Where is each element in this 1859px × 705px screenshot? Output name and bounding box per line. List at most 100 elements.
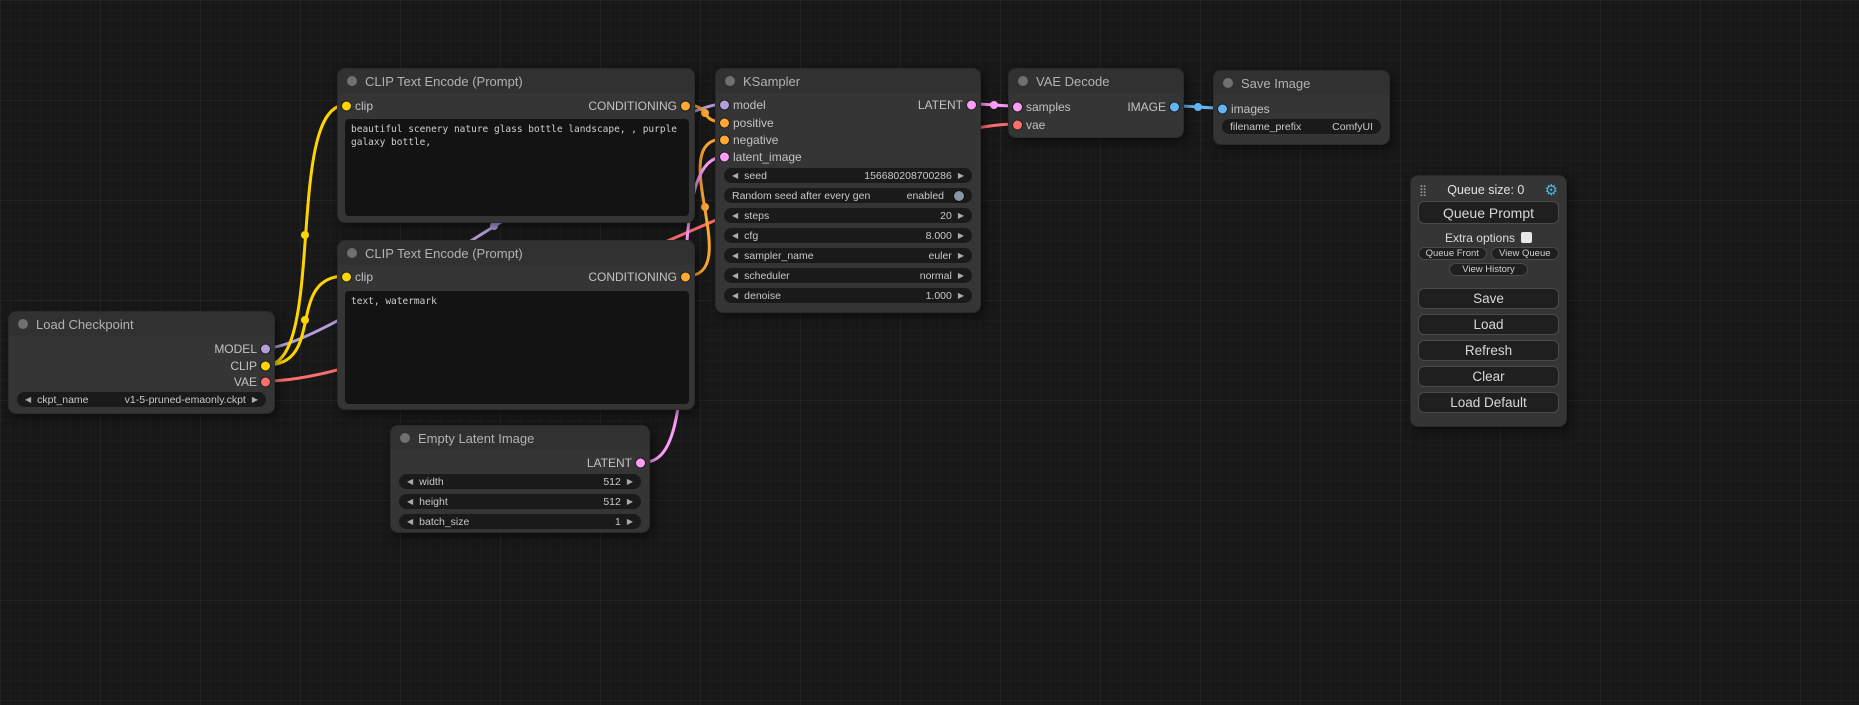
collapse-dot-icon[interactable] — [1223, 78, 1233, 88]
prompt-text-input[interactable]: beautiful scenery nature glass bottle la… — [345, 119, 689, 216]
widget-steps[interactable]: ◀ steps 20 ▶ — [724, 208, 972, 223]
clear-button[interactable]: Clear — [1418, 366, 1559, 387]
load-default-button[interactable]: Load Default — [1418, 392, 1559, 413]
output-label: LATENT — [918, 98, 963, 112]
node-titlebar[interactable]: CLIP Text Encode (Prompt) — [338, 69, 694, 93]
input-port-latent-image[interactable] — [720, 153, 729, 162]
node-clip-text-encode-negative[interactable]: CLIP Text Encode (Prompt) clip CONDITION… — [337, 240, 695, 410]
widget-height[interactable]: ◀ height 512 ▶ — [399, 494, 641, 509]
view-history-button[interactable]: View History — [1449, 263, 1528, 276]
collapse-dot-icon[interactable] — [1018, 76, 1028, 86]
increment-icon[interactable]: ▶ — [958, 232, 964, 240]
prev-value-icon[interactable]: ◀ — [732, 252, 738, 260]
decrement-icon[interactable]: ◀ — [407, 478, 413, 486]
output-port-vae[interactable] — [261, 378, 270, 387]
widget-value: 1 — [615, 516, 621, 528]
node-empty-latent-image[interactable]: Empty Latent Image LATENT ◀ width 512 ▶ … — [390, 425, 650, 533]
collapse-dot-icon[interactable] — [18, 319, 28, 329]
input-port-positive[interactable] — [720, 119, 729, 128]
input-label: clip — [355, 270, 373, 284]
widget-seed[interactable]: ◀ seed 156680208700286 ▶ — [724, 168, 972, 183]
node-vae-decode[interactable]: VAE Decode samples IMAGE vae — [1008, 68, 1184, 138]
output-port-conditioning[interactable] — [681, 273, 690, 282]
node-titlebar[interactable]: KSampler — [716, 69, 980, 93]
node-titlebar[interactable]: Save Image — [1214, 71, 1389, 95]
collapse-dot-icon[interactable] — [400, 433, 410, 443]
queue-front-button[interactable]: Queue Front — [1418, 247, 1487, 260]
input-port-negative[interactable] — [720, 136, 729, 145]
node-ksampler[interactable]: KSampler model LATENT positive negative … — [715, 68, 981, 313]
increment-icon[interactable]: ▶ — [958, 172, 964, 180]
output-label: CONDITIONING — [588, 99, 677, 113]
prev-value-icon[interactable]: ◀ — [732, 272, 738, 280]
widget-ckpt-name[interactable]: ◀ ckpt_name v1-5-pruned-emaonly.ckpt ▶ — [17, 392, 266, 407]
widget-scheduler[interactable]: ◀ scheduler normal ▶ — [724, 268, 972, 283]
widget-batch-size[interactable]: ◀ batch_size 1 ▶ — [399, 514, 641, 529]
input-port-vae[interactable] — [1013, 121, 1022, 130]
input-port-clip[interactable] — [342, 273, 351, 282]
collapse-dot-icon[interactable] — [725, 76, 735, 86]
input-label: samples — [1026, 100, 1071, 114]
widget-value: 512 — [603, 496, 621, 508]
view-queue-button[interactable]: View Queue — [1491, 247, 1560, 260]
increment-icon[interactable]: ▶ — [627, 498, 633, 506]
input-port-model[interactable] — [720, 101, 729, 110]
output-port-conditioning[interactable] — [681, 102, 690, 111]
decrement-icon[interactable]: ◀ — [732, 172, 738, 180]
node-titlebar[interactable]: CLIP Text Encode (Prompt) — [338, 241, 694, 265]
prev-value-icon[interactable]: ◀ — [25, 396, 31, 404]
increment-icon[interactable]: ▶ — [958, 292, 964, 300]
node-clip-text-encode-positive[interactable]: CLIP Text Encode (Prompt) clip CONDITION… — [337, 68, 695, 223]
collapse-dot-icon[interactable] — [347, 248, 357, 258]
save-button[interactable]: Save — [1418, 288, 1559, 309]
next-value-icon[interactable]: ▶ — [958, 252, 964, 260]
load-button[interactable]: Load — [1418, 314, 1559, 335]
node-titlebar[interactable]: Load Checkpoint — [9, 312, 274, 336]
drag-handle-icon[interactable]: ⣿ — [1419, 184, 1427, 197]
next-value-icon[interactable]: ▶ — [958, 272, 964, 280]
decrement-icon[interactable]: ◀ — [407, 498, 413, 506]
output-label: MODEL — [214, 342, 257, 356]
node-title: CLIP Text Encode (Prompt) — [365, 246, 523, 261]
decrement-icon[interactable]: ◀ — [732, 292, 738, 300]
settings-gear-icon[interactable]: ⚙ — [1545, 183, 1558, 198]
output-label: CONDITIONING — [588, 270, 677, 284]
input-port-images[interactable] — [1218, 105, 1227, 114]
widget-sampler-name[interactable]: ◀ sampler_name euler ▶ — [724, 248, 972, 263]
increment-icon[interactable]: ▶ — [627, 478, 633, 486]
node-save-image[interactable]: Save Image images filename_prefix ComfyU… — [1213, 70, 1390, 145]
decrement-icon[interactable]: ◀ — [732, 232, 738, 240]
input-port-samples[interactable] — [1013, 103, 1022, 112]
increment-icon[interactable]: ▶ — [958, 212, 964, 220]
widget-value: 8.000 — [926, 230, 952, 242]
node-load-checkpoint[interactable]: Load Checkpoint MODEL CLIP VAE ◀ ckpt_na… — [8, 311, 275, 414]
widget-cfg[interactable]: ◀ cfg 8.000 ▶ — [724, 228, 972, 243]
output-port-clip[interactable] — [261, 362, 270, 371]
refresh-button[interactable]: Refresh — [1418, 340, 1559, 361]
output-port-latent[interactable] — [636, 459, 645, 468]
node-graph-canvas[interactable]: Load Checkpoint MODEL CLIP VAE ◀ ckpt_na… — [0, 0, 1859, 705]
toggle-indicator-icon[interactable] — [954, 191, 964, 201]
node-titlebar[interactable]: Empty Latent Image — [391, 426, 649, 450]
widget-width[interactable]: ◀ width 512 ▶ — [399, 474, 641, 489]
widget-random-seed-toggle[interactable]: Random seed after every gen enabled — [724, 188, 972, 203]
extra-options-checkbox[interactable] — [1521, 232, 1532, 243]
queue-prompt-button[interactable]: Queue Prompt — [1418, 201, 1559, 224]
input-port-clip[interactable] — [342, 102, 351, 111]
decrement-icon[interactable]: ◀ — [407, 518, 413, 526]
output-port-model[interactable] — [261, 345, 270, 354]
menu-header: ⣿ Queue size: 0 ⚙ — [1411, 180, 1566, 200]
node-titlebar[interactable]: VAE Decode — [1009, 69, 1183, 93]
decrement-icon[interactable]: ◀ — [732, 212, 738, 220]
queue-size-label: Queue size: 0 — [1427, 183, 1544, 197]
output-port-image[interactable] — [1170, 103, 1179, 112]
increment-icon[interactable]: ▶ — [627, 518, 633, 526]
widget-denoise[interactable]: ◀ denoise 1.000 ▶ — [724, 288, 972, 303]
prompt-text-input[interactable]: text, watermark — [345, 291, 689, 404]
output-port-latent[interactable] — [967, 101, 976, 110]
collapse-dot-icon[interactable] — [347, 76, 357, 86]
widget-filename-prefix[interactable]: filename_prefix ComfyUI — [1222, 119, 1381, 134]
input-label: positive — [733, 116, 774, 130]
input-label: vae — [1026, 118, 1045, 132]
next-value-icon[interactable]: ▶ — [252, 396, 258, 404]
